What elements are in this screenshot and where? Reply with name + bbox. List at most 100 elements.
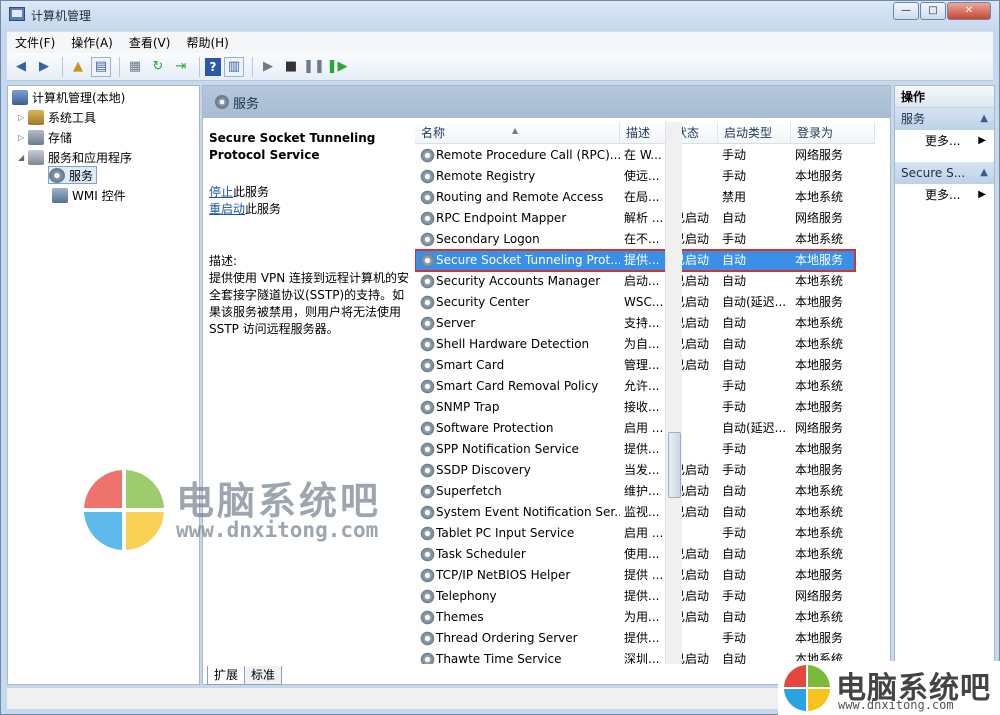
cell-desc: 在 W... [624, 148, 662, 162]
cell-logon: 本地系统 [795, 547, 844, 561]
refresh-icon[interactable]: ↻ [148, 57, 168, 77]
expand-arrow-icon[interactable]: ▷ [18, 133, 28, 142]
cell-name: Smart Card [436, 358, 505, 372]
stop-service-link[interactable]: 停止 [209, 185, 233, 199]
table-row[interactable]: Themes 为用... 已启动 自动 本地系统 [415, 607, 855, 628]
actions-section-services[interactable]: 服务 ▲ [895, 108, 994, 130]
back-arrow-icon[interactable]: ◀ [11, 57, 31, 77]
cell-name: Software Protection [436, 421, 554, 435]
cell-name: SNMP Trap [436, 400, 500, 414]
up-folder-icon[interactable]: ▲ [68, 57, 88, 77]
table-row[interactable]: Security Center WSC... 已启动 自动(延迟... 本地服务 [415, 292, 855, 313]
cell-logon: 本地服务 [795, 169, 844, 183]
tree-item-services-apps[interactable]: ◢ 服务和应用程序 [18, 148, 132, 166]
column-startup-type[interactable]: 启动类型 [718, 122, 791, 144]
cell-desc: 提供... [624, 589, 660, 603]
tree-item-wmi[interactable]: WMI 控件 [52, 186, 126, 204]
tab-standard[interactable]: 标准 [244, 666, 283, 685]
cell-startup: 自动(延迟... [722, 421, 787, 435]
table-row[interactable]: System Event Notification Ser... 监视... 已启动… [415, 502, 855, 523]
vertical-scrollbar[interactable] [665, 122, 682, 664]
wmi-icon [52, 187, 68, 203]
column-description[interactable]: 描述 [620, 122, 669, 144]
collapse-arrow-icon[interactable]: ◢ [18, 153, 28, 162]
minimize-button[interactable]: — [893, 2, 919, 20]
table-row[interactable]: Security Accounts Manager 启动... 已启动 自动 本地系统 [415, 271, 855, 292]
more-label: 更多... [925, 134, 961, 148]
menu-help[interactable]: 帮助(H) [178, 34, 236, 51]
table-row[interactable]: Smart Card Removal Policy 允许... 手动 本地系统 [415, 376, 855, 397]
cell-name: TCP/IP NetBIOS Helper [436, 568, 571, 582]
table-row[interactable]: Server 支持... 已启动 自动 本地系统 [415, 313, 855, 334]
cell-startup: 自动(延迟... [722, 295, 787, 309]
column-name[interactable]: 名称 ▲ [415, 122, 620, 144]
windows-logo-icon [84, 470, 164, 550]
collapse-up-icon[interactable]: ▲ [980, 162, 988, 184]
pause-service-icon[interactable]: ❚❚ [303, 57, 325, 77]
export-list-icon[interactable]: ⇥ [171, 57, 191, 77]
close-button[interactable]: ✕ [947, 2, 991, 20]
more-actions-services[interactable]: 更多... ▶ [895, 130, 994, 152]
more-actions-selected[interactable]: 更多... ▶ [895, 184, 994, 206]
actions-section-selected[interactable]: Secure S... ▲ [895, 162, 994, 184]
cell-logon: 本地系统 [795, 190, 844, 204]
restart-service-icon[interactable]: ❚▶ [327, 57, 348, 77]
tree-item-storage[interactable]: ▷ 存储 [18, 128, 72, 146]
services-pane: 服务 Secure Socket Tunneling Protocol Serv… [202, 85, 891, 685]
start-service-icon[interactable]: ▶ [258, 57, 278, 77]
menu-action[interactable]: 操作(A) [63, 34, 121, 51]
section-label: Secure S... [901, 166, 966, 180]
collapse-up-icon[interactable]: ▲ [980, 108, 988, 130]
tab-extended[interactable]: 扩展 [207, 666, 246, 685]
table-row[interactable]: Remote Procedure Call (RPC)... 在 W... 手动 网络… [415, 145, 855, 166]
menu-file[interactable]: 文件(F) [7, 34, 63, 51]
menu-view[interactable]: 查看(V) [121, 34, 179, 51]
toolbar-separator [62, 56, 63, 77]
table-row[interactable]: Thread Ordering Server 提供... 手动 本地服务 [415, 628, 855, 649]
table-row[interactable]: Software Protection 启用 ... 自动(延迟... 网络服务 [415, 418, 855, 439]
extended-info: Secure Socket Tunneling Protocol Service… [209, 130, 414, 336]
cell-desc: 监视... [624, 505, 660, 519]
table-row[interactable]: RPC Endpoint Mapper 解析 ... 已启动 自动 网络服务 [415, 208, 855, 229]
table-row-selected[interactable]: Secure Socket Tunneling Prot... 提供... 已启动自… [415, 249, 856, 272]
forward-arrow-icon[interactable]: ▶ [34, 57, 54, 77]
cell-logon: 本地系统 [795, 484, 844, 498]
show-hide-tree-icon[interactable]: ▤ [91, 56, 111, 77]
table-row[interactable]: Telephony 提供... 已启动 手动 网络服务 [415, 586, 855, 607]
table-row[interactable]: SNMP Trap 接收... 手动 本地服务 [415, 397, 855, 418]
stop-service-icon[interactable]: ■ [281, 57, 301, 77]
tree-item-system-tools[interactable]: ▷ 系统工具 [18, 108, 96, 126]
restart-service-link[interactable]: 重启动 [209, 202, 245, 216]
help-icon[interactable]: ? [205, 57, 221, 76]
table-row[interactable]: Secondary Logon 在不... 已启动 手动 本地系统 [415, 229, 855, 250]
cell-logon: 本地服务 [795, 442, 844, 456]
table-row[interactable]: Remote Registry 使远... 手动 本地服务 [415, 166, 855, 187]
properties-icon[interactable]: ▦ [125, 57, 145, 77]
gear-icon [420, 358, 435, 373]
pane-header: 服务 [203, 86, 890, 118]
gear-icon [420, 400, 435, 415]
scrollbar-thumb[interactable] [668, 432, 681, 498]
expand-arrow-icon[interactable]: ▷ [18, 113, 28, 122]
tree-item-services[interactable]: 服务 [48, 166, 98, 184]
table-row[interactable]: TCP/IP NetBIOS Helper 提供 ... 已启动 自动 本地服务 [415, 565, 855, 586]
maximize-button[interactable]: □ [920, 2, 946, 20]
gear-icon [420, 232, 435, 247]
cell-logon: 本地服务 [795, 631, 844, 645]
table-row[interactable]: Tablet PC Input Service 启用 ... 手动 本地系统 [415, 523, 855, 544]
table-row[interactable]: SSDP Discovery 当发... 已启动 手动 本地服务 [415, 460, 855, 481]
cell-name: System Event Notification Ser... [436, 505, 620, 519]
show-action-pane-icon[interactable]: ▥ [224, 56, 244, 77]
watermark-name: 电脑系统吧 [176, 479, 382, 523]
cell-desc: 启用 ... [624, 421, 664, 435]
table-row[interactable]: Routing and Remote Access 在局... 禁用 本地系统 [415, 187, 855, 208]
table-row[interactable]: SPP Notification Service 提供... 手动 本地服务 [415, 439, 855, 460]
cell-startup: 禁用 [722, 190, 747, 204]
table-row[interactable]: Task Scheduler 使用... 已启动 自动 本地系统 [415, 544, 855, 565]
column-logon-as[interactable]: 登录为 [791, 122, 875, 144]
tree-root[interactable]: 计算机管理(本地) [12, 88, 125, 106]
table-row[interactable]: Superfetch 维护... 已启动 自动 本地系统 [415, 481, 855, 502]
table-row[interactable]: Smart Card 管理... 已启动 自动 本地服务 [415, 355, 855, 376]
tree-item-label: WMI 控件 [72, 188, 126, 203]
table-row[interactable]: Shell Hardware Detection 为自... 已启动 自动 本地系统 [415, 334, 855, 355]
